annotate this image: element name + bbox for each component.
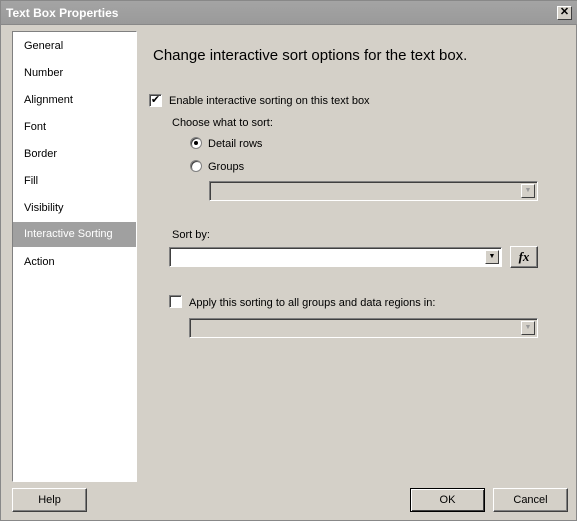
sort-by-dropdown[interactable]: ▼ (169, 247, 502, 267)
title-bar: Text Box Properties ✕ (1, 1, 577, 25)
enable-sorting-label: Enable interactive sorting on this text … (169, 95, 370, 107)
page-heading: Change interactive sort options for the … (153, 47, 468, 64)
close-button[interactable]: ✕ (557, 6, 572, 20)
sidebar-item-action[interactable]: Action (13, 250, 136, 275)
ok-button[interactable]: OK (410, 488, 485, 512)
groups-radio[interactable] (190, 160, 202, 172)
sort-by-label: Sort by: (172, 229, 210, 241)
apply-sorting-checkbox[interactable] (169, 295, 182, 308)
sidebar-item-fill[interactable]: Fill (13, 169, 136, 194)
detail-rows-label: Detail rows (208, 138, 263, 150)
cancel-button[interactable]: Cancel (493, 488, 568, 512)
chevron-down-icon[interactable]: ▼ (521, 184, 535, 198)
expression-button[interactable]: fx (510, 246, 538, 268)
sidebar-item-visibility[interactable]: Visibility (13, 196, 136, 221)
choose-label: Choose what to sort: (172, 117, 273, 129)
chevron-down-icon[interactable]: ▼ (485, 250, 499, 264)
sidebar: General Number Alignment Font Border Fil… (12, 31, 137, 482)
chevron-down-icon[interactable]: ▼ (521, 321, 535, 335)
groups-dropdown[interactable]: ▼ (209, 181, 538, 201)
enable-sorting-checkbox[interactable]: ✔ (149, 94, 162, 107)
apply-sorting-label: Apply this sorting to all groups and dat… (189, 297, 436, 309)
sidebar-item-interactive-sorting[interactable]: Interactive Sorting (13, 222, 136, 247)
window-title: Text Box Properties (6, 6, 119, 20)
sidebar-item-alignment[interactable]: Alignment (13, 88, 136, 113)
sidebar-item-font[interactable]: Font (13, 115, 136, 140)
help-button[interactable]: Help (12, 488, 87, 512)
sidebar-item-border[interactable]: Border (13, 142, 136, 167)
groups-label: Groups (208, 161, 245, 173)
sidebar-item-general[interactable]: General (13, 34, 136, 59)
apply-scope-dropdown[interactable]: ▼ (189, 318, 538, 338)
sidebar-item-number[interactable]: Number (13, 61, 136, 86)
detail-rows-radio[interactable] (190, 137, 202, 149)
